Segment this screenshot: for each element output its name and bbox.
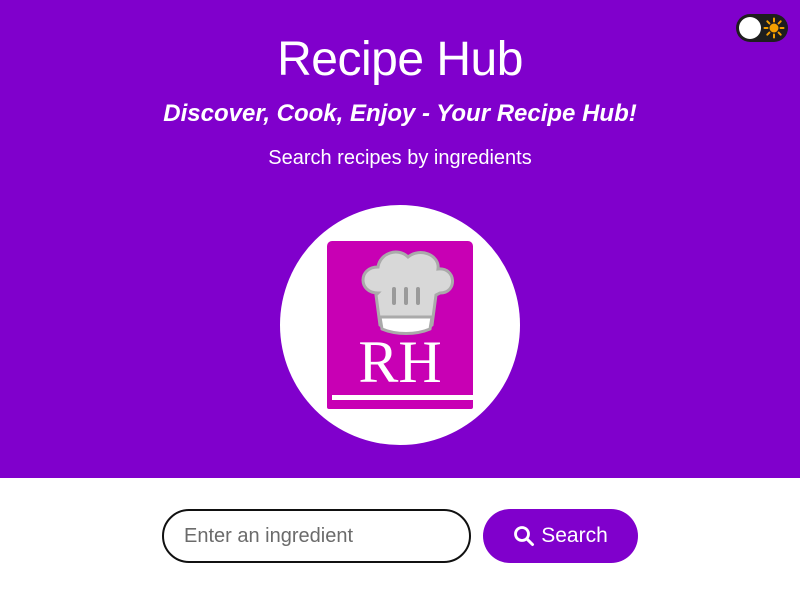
search-icon [514,526,535,546]
subtitle: Search recipes by ingredients [268,147,532,169]
chef-hat-book-logo: RH [327,241,473,409]
logo-text: RH [358,329,441,395]
toggle-knob [739,17,761,39]
hero-banner: Recipe Hub Discover, Cook, Enjoy - Your … [0,0,800,478]
search-button-label: Search [541,524,608,547]
theme-toggle[interactable] [736,14,788,42]
logo-container: RH [280,205,520,445]
search-button[interactable]: Search [483,509,638,563]
page-title: Recipe Hub [277,33,523,86]
tagline: Discover, Cook, Enjoy - Your Recipe Hub! [163,100,637,127]
sun-icon [763,17,785,39]
ingredient-search-input[interactable] [162,509,471,563]
